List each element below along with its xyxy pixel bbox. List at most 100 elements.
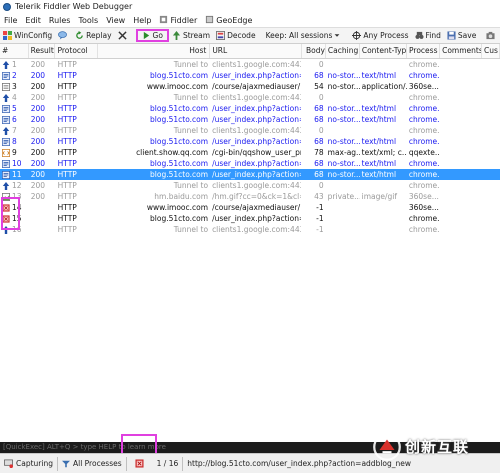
capturing-toggle[interactable]: Capturing (0, 454, 57, 474)
toolbar: WinConfig Replay Go Stream Decode Keep: … (0, 27, 500, 44)
go-button[interactable]: Go (135, 29, 169, 42)
session-row[interactable]: 10 200 HTTP blog.51cto.com/user_index.php?a… (0, 158, 500, 169)
any-process-button[interactable]: Any Process (349, 28, 411, 43)
process-cell: qqexte... (408, 148, 440, 157)
column-header-id[interactable]: # (0, 44, 29, 58)
protocol-cell: HTTP (57, 137, 77, 146)
menu-view[interactable]: View (102, 16, 129, 25)
comments-cell (440, 92, 482, 103)
menu-edit[interactable]: Edit (21, 16, 45, 25)
comments-cell (440, 169, 482, 180)
winconfig-button[interactable]: WinConfig (0, 28, 55, 43)
menu-geoedge[interactable]: GeoEdge (201, 15, 256, 25)
comments-cell (440, 81, 482, 92)
column-header-comments[interactable]: Comments (440, 44, 482, 58)
column-header-custom[interactable]: Cus (482, 44, 500, 58)
stream-button[interactable]: Stream (169, 28, 213, 43)
save-button[interactable]: Save (444, 28, 479, 43)
session-row[interactable]: 14 HTTP www.imooc.com/course/ajaxmediauser… (0, 202, 500, 213)
column-header-protocol[interactable]: Protocol (55, 44, 99, 58)
content-type-cell (360, 59, 407, 70)
body-size-cell: -1 (316, 214, 324, 223)
comments-cell (440, 70, 482, 81)
menu-rules[interactable]: Rules (45, 16, 75, 25)
session-row[interactable]: 5 200 HTTP blog.51cto.com/user_index.php?ac… (0, 103, 500, 114)
custom-cell (482, 213, 500, 224)
breakpoint-status[interactable] (127, 454, 153, 474)
replay-button[interactable]: Replay (72, 28, 114, 43)
content-type-cell (360, 125, 407, 136)
decode-label: Decode (227, 31, 256, 40)
menu-fiddler[interactable]: Fiddler (155, 15, 201, 25)
stream-label: Stream (182, 31, 211, 40)
session-row[interactable]: 13 200 HTTP hm.baidu.com/hm.gif?cc=0&ck=1&c… (0, 191, 500, 202)
session-row[interactable]: 1 200 HTTP Tunnel to clients1.google.com:443… (0, 59, 500, 70)
screenshot-button[interactable] (483, 28, 500, 43)
content-type-cell: image/gif (361, 192, 398, 201)
sessions-grid: # Result Protocol Host URL Body Caching … (0, 44, 500, 442)
sessions-list: 1 200 HTTP Tunnel to clients1.google.com:443… (0, 59, 500, 235)
host-cell: hm.baidu.com (154, 192, 209, 201)
menu-tools[interactable]: Tools (74, 16, 102, 25)
column-header-result[interactable]: Result (29, 44, 56, 58)
comment-button[interactable] (55, 28, 72, 43)
body-size-cell: 68 (314, 104, 324, 113)
custom-cell (482, 81, 500, 92)
keep-sessions-dropdown[interactable]: Keep: All sessions (263, 28, 346, 43)
protocol-cell: HTTP (57, 181, 77, 190)
find-button[interactable]: Find (412, 28, 444, 43)
result-cell: 200 (30, 159, 46, 168)
result-cell (29, 213, 56, 224)
remove-button[interactable] (115, 28, 132, 43)
column-header-content-type[interactable]: Content-Type (360, 44, 408, 58)
url-cell: /user_index.php?action=... (212, 71, 301, 80)
custom-cell (482, 224, 500, 235)
result-cell: 200 (30, 170, 46, 179)
content-type-cell (360, 202, 407, 213)
session-id: 10 (12, 159, 22, 168)
caching-cell: no-stor... (327, 170, 360, 179)
watermark-text: 创新互联 (405, 438, 470, 456)
column-header-caching[interactable]: Caching (326, 44, 360, 58)
session-row[interactable]: 9 200 HTTP client.show.qq.com/cgi-bin/qqsho… (0, 147, 500, 158)
body-size-cell: 0 (318, 93, 324, 102)
session-row[interactable]: 2 200 HTTP blog.51cto.com/user_index.php?ac… (0, 70, 500, 81)
column-header-host[interactable]: Host (98, 44, 211, 58)
column-header-body[interactable]: Body (302, 44, 326, 58)
column-header-url[interactable]: URL (210, 44, 302, 58)
menu-help[interactable]: Help (129, 16, 155, 25)
protocol-cell: HTTP (57, 93, 77, 102)
window-title: Telerik Fiddler Web Debugger (15, 2, 133, 11)
caching-cell: no-stor... (327, 137, 360, 146)
custom-cell (482, 59, 500, 70)
session-row[interactable]: 11 200 HTTP blog.51cto.com/user_index.php?a… (0, 169, 500, 180)
result-cell: 200 (30, 137, 46, 146)
result-cell: 200 (30, 181, 46, 190)
id-cell: 8 (0, 136, 29, 147)
url-cell: /cgi-bin/qqshow_user_pro... (212, 148, 301, 157)
session-row[interactable]: 3 200 HTTP www.imooc.com/course/ajaxmediaus… (0, 81, 500, 92)
session-row[interactable]: 15 HTTP blog.51cto.com/user_index.php?acti… (0, 213, 500, 224)
session-row[interactable]: 7 200 HTTP Tunnel to clients1.google.com:443… (0, 125, 500, 136)
session-row[interactable]: 6 200 HTTP blog.51cto.com/user_index.php?ac… (0, 114, 500, 125)
process-filter[interactable]: All Processes (58, 454, 126, 474)
session-row[interactable]: 8 200 HTTP blog.51cto.com/user_index.php?ac… (0, 136, 500, 147)
decode-button[interactable]: Decode (213, 28, 258, 43)
content-type-cell: text/html (361, 115, 397, 124)
body-size-cell: 43 (314, 192, 324, 201)
session-row[interactable]: 16 HTTP Tunnel to clients1.google.com:443 -1… (0, 224, 500, 235)
column-header-process[interactable]: Process (407, 44, 441, 58)
url-cell: /course/ajaxmediauser/ (212, 203, 301, 212)
url-cell: /course/ajaxmediauser/ (212, 82, 301, 91)
menu-file[interactable]: File (0, 16, 21, 25)
session-id: 3 (12, 82, 17, 91)
session-row[interactable]: 12 200 HTTP Tunnel to clients1.google.com:44… (0, 180, 500, 191)
tunnel-arrow-icon (2, 126, 10, 135)
brand-logo-icon (373, 432, 401, 461)
caching-cell: no-stor... (327, 115, 360, 124)
session-row[interactable]: 4 200 HTTP Tunnel to clients1.google.com:443… (0, 92, 500, 103)
caching-cell (326, 213, 360, 224)
protocol-cell: HTTP (57, 159, 77, 168)
any-process-label: Any Process (363, 31, 409, 40)
content-type-cell: text/html (361, 170, 397, 179)
